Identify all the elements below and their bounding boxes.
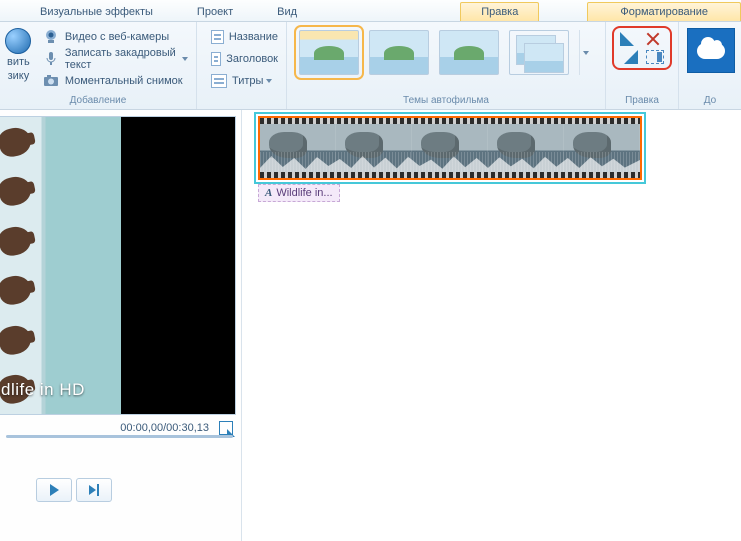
- clip-title-tag[interactable]: A Wildlife in...: [258, 184, 340, 202]
- rotate-left-icon[interactable]: [620, 32, 638, 46]
- chevron-down-icon: [266, 79, 272, 83]
- audio-waveform-icon: [260, 152, 640, 172]
- tab-view[interactable]: Вид: [255, 3, 319, 21]
- snapshot-button[interactable]: Моментальный снимок: [39, 71, 192, 91]
- themes-more-button[interactable]: [579, 30, 593, 75]
- workspace: dlife in HD 00:00,00/00:30,13: [0, 110, 741, 541]
- timeline-pane: A Wildlife in...: [242, 110, 741, 541]
- ribbon-group-themes: Темы автофильма: [287, 22, 606, 109]
- tab-visual-effects[interactable]: Визуальные эффекты: [18, 3, 175, 21]
- title-icon: [211, 30, 224, 44]
- ribbon-group-captions: Название Заголовок Титры: [197, 22, 287, 109]
- ribbon-group-add-label: Добавление: [4, 93, 192, 109]
- ribbon-group-add: вить зику Видео с веб-камеры Записать за…: [0, 22, 197, 109]
- tab-project[interactable]: Проект: [175, 3, 255, 21]
- preview-frame: dlife in HD: [0, 117, 121, 414]
- credits-caption-button[interactable]: Титры: [207, 71, 282, 91]
- microphone-icon: [43, 51, 59, 67]
- text-icon: A: [265, 187, 272, 199]
- record-narration-button[interactable]: Записать закадровый текст: [39, 49, 192, 69]
- share-onedrive-button[interactable]: [687, 28, 735, 73]
- header-icon: [211, 52, 221, 66]
- rotate-right-icon[interactable]: [620, 50, 638, 64]
- next-frame-button[interactable]: [76, 478, 112, 502]
- ribbon-group-edit-label: Правка: [612, 93, 672, 109]
- chevron-down-icon: [182, 57, 188, 61]
- webcam-video-label: Видео с веб-камеры: [65, 31, 169, 43]
- record-narration-label: Записать закадровый текст: [65, 47, 178, 71]
- horse-silhouette-icon: [0, 323, 34, 357]
- add-music-label-top: вить: [7, 56, 30, 68]
- autofilm-theme-4[interactable]: [509, 30, 569, 75]
- clip-title-text: Wildlife in...: [276, 187, 332, 199]
- ribbon-group-share-label: До: [687, 93, 733, 109]
- credits-caption-label: Титры: [232, 75, 263, 87]
- autofilm-theme-1[interactable]: [299, 30, 359, 75]
- seek-slider[interactable]: [6, 435, 233, 438]
- transport-controls: [0, 478, 241, 502]
- timecode-display: 00:00,00/00:30,13: [120, 422, 209, 434]
- horse-silhouette-icon: [0, 273, 34, 307]
- ribbon-group-edit: Правка: [606, 22, 679, 109]
- ribbon-group-themes-label: Темы автофильма: [291, 93, 601, 109]
- title-caption-button[interactable]: Название: [207, 27, 282, 47]
- step-forward-icon: [89, 484, 99, 496]
- webcam-icon: [43, 29, 59, 45]
- filmstrip-perforation-icon: [260, 172, 640, 178]
- snapshot-label: Моментальный снимок: [65, 75, 183, 87]
- horse-silhouette-icon: [0, 224, 34, 258]
- timeline-clip[interactable]: [258, 116, 642, 180]
- menu-tabs: Визуальные эффекты Проект Вид Правка Фор…: [0, 0, 741, 22]
- header-caption-button[interactable]: Заголовок: [207, 49, 282, 69]
- autofilm-theme-2[interactable]: [369, 30, 429, 75]
- camera-icon: [43, 73, 59, 89]
- horse-silhouette-icon: [0, 174, 34, 208]
- delete-icon[interactable]: [646, 32, 660, 46]
- cloud-icon: [697, 43, 725, 59]
- webcam-video-button[interactable]: Видео с веб-камеры: [39, 27, 192, 47]
- fullscreen-icon[interactable]: [219, 421, 233, 435]
- add-music-button[interactable]: вить зику: [4, 24, 33, 93]
- preview-pane: dlife in HD 00:00,00/00:30,13: [0, 110, 242, 541]
- ribbon: вить зику Видео с веб-камеры Записать за…: [0, 22, 741, 110]
- video-preview[interactable]: dlife in HD: [0, 116, 236, 415]
- ribbon-group-share: До: [679, 22, 741, 109]
- globe-icon: [5, 28, 31, 54]
- add-music-label-bottom: зику: [8, 70, 30, 82]
- select-all-icon[interactable]: [646, 50, 664, 64]
- header-caption-label: Заголовок: [226, 53, 278, 65]
- title-caption-label: Название: [229, 31, 278, 43]
- autofilm-theme-3[interactable]: [439, 30, 499, 75]
- chevron-down-icon: [583, 51, 589, 55]
- tab-formatting[interactable]: Форматирование: [587, 2, 741, 21]
- tab-edit[interactable]: Правка: [460, 2, 539, 21]
- preview-overlay-text: dlife in HD: [0, 380, 85, 400]
- horse-silhouette-icon: [0, 125, 34, 159]
- play-icon: [50, 484, 59, 496]
- play-button[interactable]: [36, 478, 72, 502]
- rotate-tools-highlight: [612, 26, 672, 70]
- credits-icon: [211, 74, 227, 88]
